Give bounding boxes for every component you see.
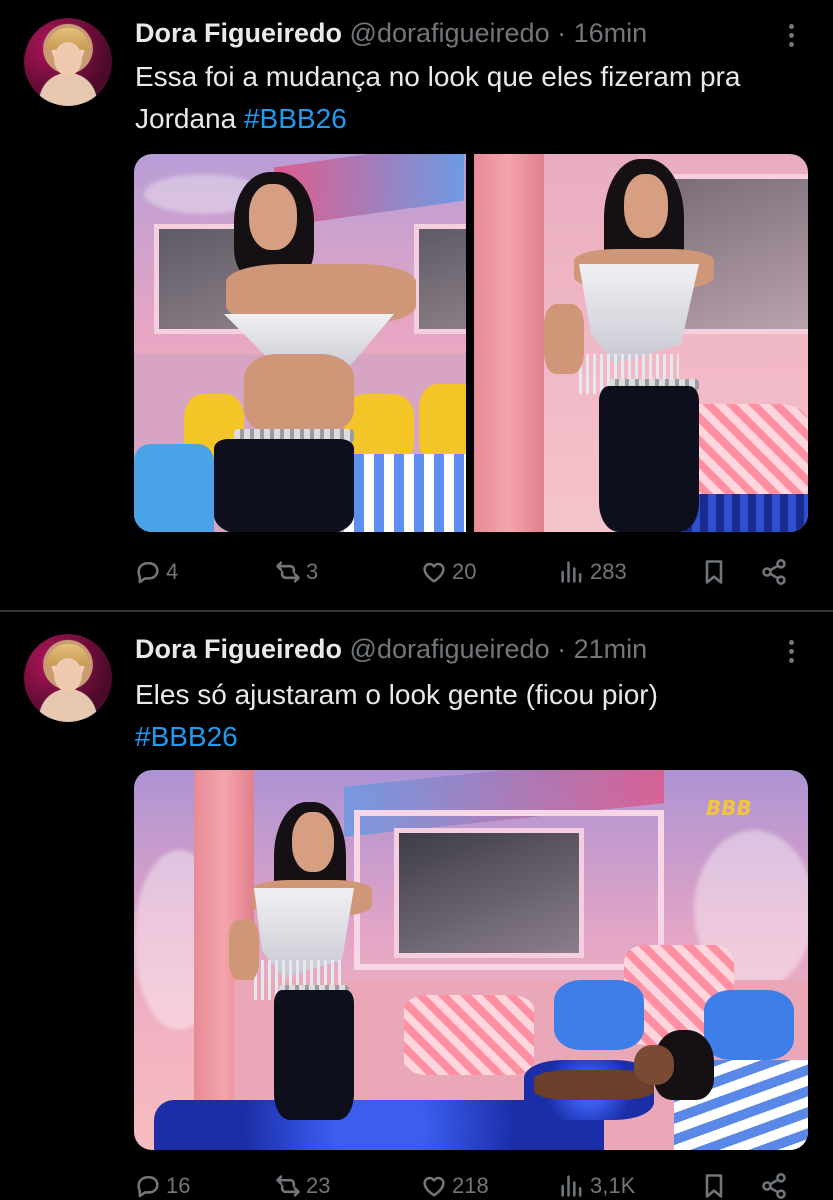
- repost-button[interactable]: 3: [274, 552, 318, 592]
- repost-icon: [276, 1175, 300, 1197]
- tweet-time[interactable]: 16min: [574, 18, 648, 48]
- media-image-left[interactable]: [134, 154, 466, 532]
- tweet-time[interactable]: 21min: [574, 634, 648, 664]
- repost-button[interactable]: 23: [274, 1166, 330, 1200]
- separator: ·: [557, 634, 567, 664]
- bookmark-icon: [705, 560, 723, 584]
- hashtag-link[interactable]: #BBB26: [244, 103, 347, 134]
- author-handle[interactable]: @dorafigueiredo: [350, 18, 550, 48]
- bbb-logo: BBB: [706, 796, 752, 820]
- views-icon: [561, 561, 582, 583]
- more-icon[interactable]: [789, 24, 797, 51]
- like-button[interactable]: 20: [420, 552, 476, 592]
- reply-count: 16: [166, 1173, 191, 1198]
- tweet-text-body: Essa foi a mudança no look que eles fize…: [135, 61, 741, 134]
- tweet-header: Dora Figueiredo @dorafigueiredo · 16min: [135, 16, 647, 50]
- like-button[interactable]: 218: [420, 1166, 489, 1200]
- media-image-right[interactable]: [474, 154, 808, 532]
- views-button[interactable]: 3,1K: [558, 1166, 635, 1200]
- repost-count: 23: [306, 1173, 331, 1198]
- view-count: 3,1K: [590, 1173, 636, 1198]
- view-count: 283: [590, 559, 627, 584]
- tweet-header: Dora Figueiredo @dorafigueiredo · 21min: [135, 632, 647, 666]
- more-icon[interactable]: [789, 640, 797, 667]
- avatar[interactable]: [24, 634, 112, 722]
- hashtag-link[interactable]: #BBB26: [135, 716, 805, 758]
- like-count: 218: [452, 1173, 489, 1198]
- reply-icon: [137, 561, 159, 584]
- repost-icon: [276, 561, 300, 583]
- views-button[interactable]: 283: [558, 552, 627, 592]
- share-button[interactable]: [760, 552, 788, 592]
- share-icon: [762, 559, 786, 585]
- tweet[interactable]: Dora Figueiredo @dorafigueiredo · 16min …: [0, 0, 833, 610]
- reply-icon: [137, 1175, 159, 1198]
- action-bar: 4 3 20 283: [0, 552, 833, 592]
- like-count: 20: [452, 559, 477, 584]
- tweet-text: Essa foi a mudança no look que eles fize…: [135, 56, 805, 140]
- bookmark-icon: [705, 1174, 723, 1198]
- author-name[interactable]: Dora Figueiredo: [135, 18, 342, 48]
- reply-button[interactable]: 4: [134, 552, 178, 592]
- bookmark-button[interactable]: [700, 1166, 728, 1200]
- bookmark-button[interactable]: [700, 552, 728, 592]
- views-icon: [561, 1175, 582, 1197]
- repost-count: 3: [306, 559, 319, 584]
- reply-button[interactable]: 16: [134, 1166, 190, 1200]
- separator: ·: [557, 18, 567, 48]
- share-button[interactable]: [760, 1166, 788, 1200]
- tweet-text-body: Eles só ajustaram o look gente (ficou pi…: [135, 679, 658, 710]
- avatar[interactable]: [24, 18, 112, 106]
- media-image[interactable]: BBB: [134, 770, 808, 1150]
- share-icon: [762, 1173, 786, 1199]
- tweet-media[interactable]: [134, 154, 808, 532]
- tweet-text: Eles só ajustaram o look gente (ficou pi…: [135, 674, 805, 758]
- author-handle[interactable]: @dorafigueiredo: [350, 634, 550, 664]
- action-bar: 16 23 218 3,1K: [0, 1166, 833, 1200]
- heart-icon: [423, 562, 445, 583]
- tweet[interactable]: Dora Figueiredo @dorafigueiredo · 21min …: [0, 612, 833, 1200]
- heart-icon: [423, 1176, 445, 1197]
- author-name[interactable]: Dora Figueiredo: [135, 634, 342, 664]
- tweet-media[interactable]: BBB: [134, 770, 808, 1150]
- reply-count: 4: [166, 559, 179, 584]
